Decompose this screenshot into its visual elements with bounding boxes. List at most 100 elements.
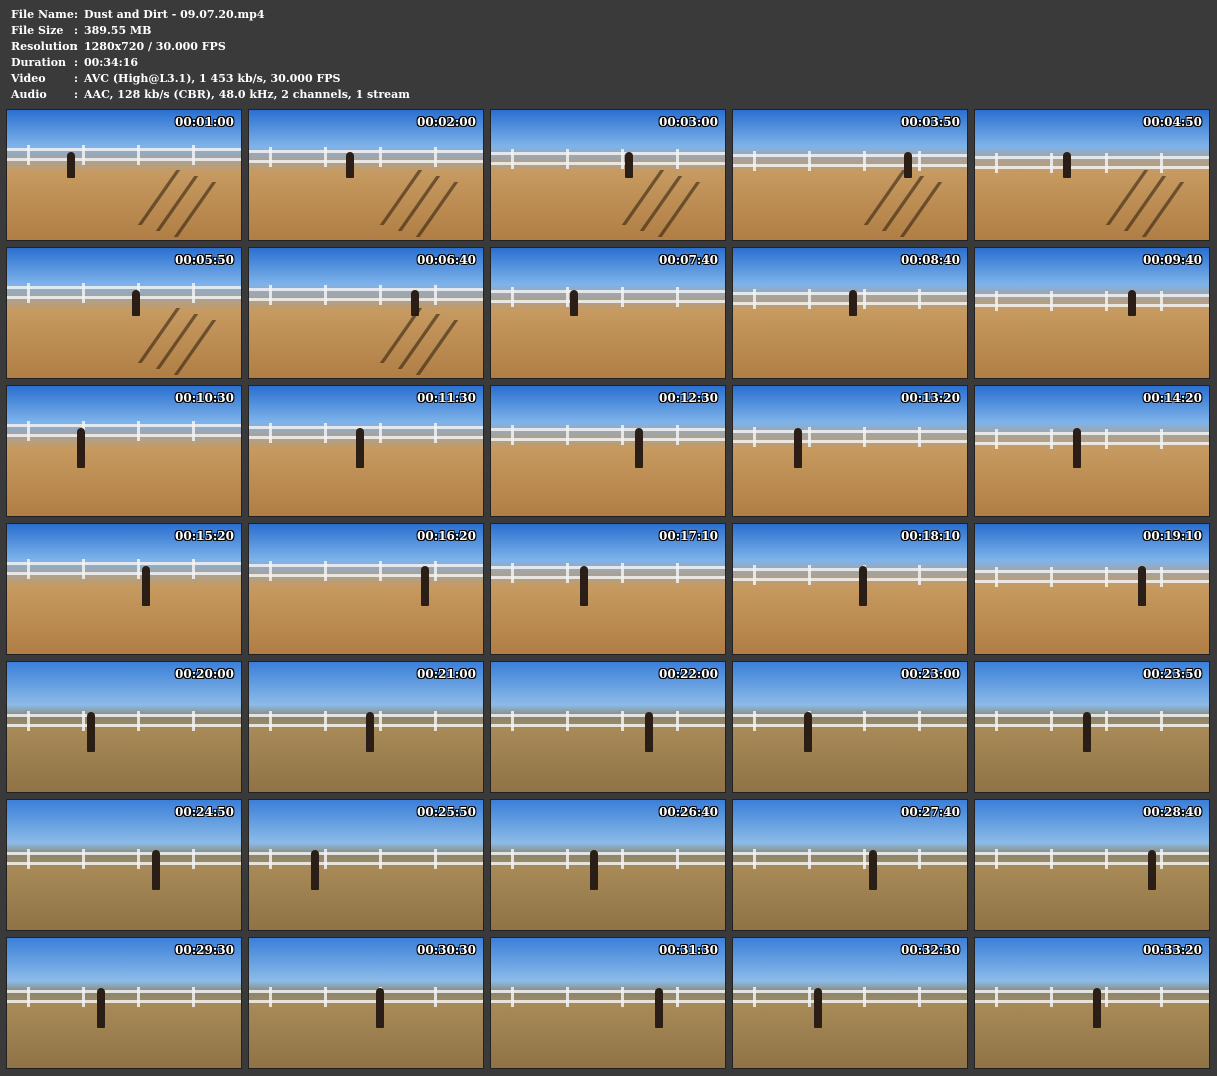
person-figure-shape (142, 566, 150, 606)
fence-shape (733, 852, 967, 855)
fence-shape (7, 148, 241, 151)
fence-shape (7, 562, 241, 565)
video-thumbnail: 00:27:40 (732, 799, 968, 931)
thumbnail-timestamp: 00:24:50 (175, 805, 234, 819)
video-thumbnail: 00:28:40 (974, 799, 1210, 931)
fence-post-shape (434, 849, 437, 869)
video-thumbnail: 00:13:20 (732, 385, 968, 517)
video-thumbnail: 00:05:50 (6, 247, 242, 379)
fence-post-shape (434, 285, 437, 305)
fence-shape (249, 426, 483, 429)
fence-post-shape (753, 565, 756, 585)
video-thumbnail: 00:26:40 (490, 799, 726, 931)
thumbnail-timestamp: 00:08:40 (901, 253, 960, 267)
fence-post-shape (269, 849, 272, 869)
shadow-shape (137, 170, 181, 225)
fence-post-shape (753, 427, 756, 447)
fence-shape (733, 430, 967, 433)
video-thumbnail: 00:07:40 (490, 247, 726, 379)
fence-post-shape (82, 283, 85, 303)
fence-post-shape (1160, 987, 1163, 1007)
fence-post-shape (918, 427, 921, 447)
video-thumbnail: 00:33:20 (974, 937, 1210, 1069)
thumbnail-timestamp: 00:07:40 (659, 253, 718, 267)
fence-post-shape (192, 283, 195, 303)
fence-post-shape (82, 849, 85, 869)
fence-shape (249, 1000, 483, 1003)
fence-post-shape (808, 565, 811, 585)
fence-post-shape (753, 849, 756, 869)
fence-post-shape (192, 849, 195, 869)
video-thumbnail: 00:21:00 (248, 661, 484, 793)
fence-post-shape (863, 987, 866, 1007)
fence-shape (491, 990, 725, 993)
video-thumbnail: 00:24:50 (6, 799, 242, 931)
fence-shape (975, 442, 1209, 445)
video-thumbnail: 00:20:00 (6, 661, 242, 793)
fence-post-shape (918, 565, 921, 585)
person-figure-shape (645, 712, 653, 752)
fence-post-shape (379, 849, 382, 869)
shadow-shape (173, 182, 217, 237)
fence-post-shape (918, 987, 921, 1007)
fence-post-shape (863, 849, 866, 869)
fence-post-shape (1160, 711, 1163, 731)
fence-post-shape (753, 987, 756, 1007)
thumbnail-timestamp: 00:31:30 (659, 943, 718, 957)
fence-post-shape (1050, 153, 1053, 173)
fence-post-shape (137, 849, 140, 869)
shadow-shape (1123, 176, 1167, 231)
info-row-video: Video : AVC (High@L3.1), 1 453 kb/s, 30.… (11, 71, 410, 87)
fence-post-shape (82, 711, 85, 731)
shadow-shape (137, 308, 181, 363)
fence-post-shape (269, 711, 272, 731)
thumbnail-timestamp: 00:28:40 (1143, 805, 1202, 819)
info-key: Resolution (11, 40, 78, 53)
person-figure-shape (859, 566, 867, 606)
fence-post-shape (1160, 849, 1163, 869)
thumbnail-timestamp: 00:32:30 (901, 943, 960, 957)
fence-post-shape (1050, 291, 1053, 311)
fence-shape (249, 436, 483, 439)
fence-post-shape (137, 559, 140, 579)
fence-post-shape (808, 151, 811, 171)
thumbnail-timestamp: 00:19:10 (1143, 529, 1202, 543)
video-thumbnail: 00:03:50 (732, 109, 968, 241)
fence-post-shape (621, 711, 624, 731)
fence-post-shape (1050, 429, 1053, 449)
fence-post-shape (1105, 987, 1108, 1007)
shadow-shape (899, 182, 943, 237)
fence-post-shape (192, 987, 195, 1007)
fence-post-shape (434, 147, 437, 167)
fence-post-shape (1050, 987, 1053, 1007)
fence-post-shape (753, 289, 756, 309)
fence-post-shape (621, 849, 624, 869)
fence-shape (733, 440, 967, 443)
fence-shape (7, 296, 241, 299)
video-thumbnail: 00:10:30 (6, 385, 242, 517)
video-thumbnail: 00:22:00 (490, 661, 726, 793)
person-figure-shape (580, 566, 588, 606)
fence-post-shape (192, 145, 195, 165)
fence-post-shape (918, 849, 921, 869)
info-value: AAC, 128 kb/s (CBR), 48.0 kHz, 2 channel… (84, 88, 410, 101)
fence-post-shape (1105, 291, 1108, 311)
info-value: 1280x720 / 30.000 FPS (84, 40, 226, 53)
person-figure-shape (1073, 428, 1081, 468)
shadow-shape (415, 320, 459, 375)
fence-post-shape (863, 151, 866, 171)
fence-post-shape (1050, 567, 1053, 587)
fence-post-shape (434, 561, 437, 581)
fence-post-shape (566, 425, 569, 445)
fence-post-shape (1050, 711, 1053, 731)
video-thumbnail: 00:08:40 (732, 247, 968, 379)
fence-post-shape (27, 849, 30, 869)
info-separator: : (74, 40, 79, 53)
fence-post-shape (566, 711, 569, 731)
fence-post-shape (918, 151, 921, 171)
fence-post-shape (566, 149, 569, 169)
fence-shape (975, 852, 1209, 855)
info-separator: : (74, 8, 79, 21)
fence-post-shape (27, 987, 30, 1007)
fence-post-shape (324, 285, 327, 305)
